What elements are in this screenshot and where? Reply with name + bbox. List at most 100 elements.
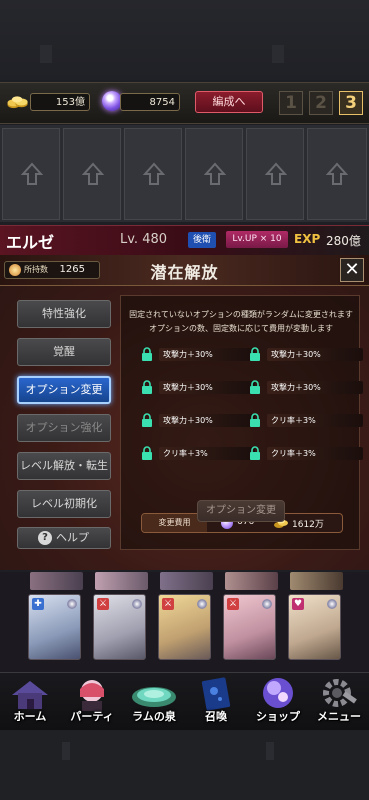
character-card[interactable]: ♥: [288, 594, 341, 660]
gear-icon: [323, 679, 357, 707]
empty-team-slot[interactable]: [124, 128, 182, 220]
lock-icon: [250, 380, 260, 394]
team-slot-1-button[interactable]: 1: [279, 91, 303, 115]
sparkle-icon: [197, 599, 207, 609]
character-card-partial[interactable]: [30, 572, 83, 590]
menu-option-enhance[interactable]: オプション強化: [17, 414, 111, 442]
potential-release-panel: 所持数 1265 潜在解放 ✕ 特性強化 覚醒 オプション変更 オプション強化 …: [0, 255, 369, 570]
lock-icon: [250, 413, 260, 427]
close-button[interactable]: ✕: [340, 258, 364, 282]
attack-icon: ⚔: [97, 598, 109, 610]
lock-icon: [142, 380, 152, 394]
nav-label: 召喚: [205, 710, 227, 723]
empty-team-slot[interactable]: [2, 128, 60, 220]
team-reorganize-button[interactable]: 編成へ: [195, 91, 263, 113]
attack-icon: ⚔: [162, 598, 174, 610]
exp-value: 280億: [326, 234, 361, 248]
nav-label: ホーム: [13, 710, 47, 723]
character-card[interactable]: ✚: [28, 594, 81, 660]
arrow-up-icon: [21, 162, 43, 185]
character-card[interactable]: ⚔: [158, 594, 211, 660]
nav-label: ラムの泉: [132, 710, 176, 723]
team-slot-row: [0, 125, 369, 222]
heart-icon: ♥: [292, 598, 304, 610]
arrow-up-icon: [204, 162, 226, 185]
arrow-up-icon: [265, 162, 287, 185]
menu-level-release-reincarnate[interactable]: レベル解放・転生: [17, 452, 111, 480]
nav-home[interactable]: ホーム: [0, 675, 60, 727]
top-background: [0, 0, 369, 80]
support-icon: ✚: [32, 598, 44, 610]
nav-party[interactable]: パーティ: [62, 675, 122, 727]
option-text: 攻撃力＋30%: [159, 381, 255, 394]
sparkle-icon: [67, 599, 77, 609]
option-text: クリ率＋3%: [267, 447, 363, 460]
home-icon: [12, 681, 48, 709]
help-button[interactable]: ? ヘルプ: [17, 527, 111, 549]
help-label: ヘルプ: [56, 531, 89, 544]
question-icon: ?: [38, 531, 52, 545]
team-slot-2-button[interactable]: 2: [309, 91, 333, 115]
arrow-up-icon: [326, 162, 348, 185]
team-slot-3-button[interactable]: 3: [339, 91, 363, 115]
gold-coins-icon: [7, 96, 28, 109]
panel-header: 所持数 1265 潜在解放 ✕: [0, 255, 369, 286]
sparkle-icon: [327, 599, 337, 609]
nav-menu[interactable]: メニュー: [309, 675, 369, 727]
exp-label: EXP: [294, 232, 321, 246]
empty-team-slot[interactable]: [185, 128, 243, 220]
sparkle-icon: [262, 599, 272, 609]
character-card[interactable]: ⚔: [93, 594, 146, 660]
nav-ram-fountain[interactable]: ラムの泉: [124, 675, 184, 727]
empty-team-slot[interactable]: [63, 128, 121, 220]
option-text: 攻撃力＋30%: [267, 381, 363, 394]
nav-shop[interactable]: ショップ: [248, 675, 308, 727]
party-strip: ✚ ⚔ ⚔ ⚔ ♥: [0, 572, 369, 672]
shop-gem-icon: [263, 678, 293, 708]
character-card-partial[interactable]: [290, 572, 343, 590]
character-level: Lv. 480: [120, 232, 168, 247]
cost-gold: 1612万: [292, 520, 324, 530]
summon-card-icon: [201, 677, 231, 711]
nav-label: パーティ: [70, 710, 114, 723]
bottom-background: [0, 730, 369, 800]
description-line-2: オプションの数、固定数に応じて費用が変動します: [149, 324, 333, 333]
option-text: 攻撃力＋30%: [267, 348, 363, 361]
option-change-button[interactable]: オプション変更: [197, 500, 285, 522]
lock-icon: [142, 446, 152, 460]
sparkle-icon: [132, 599, 142, 609]
menu-level-reset[interactable]: レベル初期化: [17, 490, 111, 518]
fountain-icon: [132, 687, 176, 707]
divider: [266, 742, 274, 760]
divider: [62, 742, 70, 760]
arrow-up-icon: [82, 162, 104, 185]
divider: [272, 45, 284, 63]
level-up-button[interactable]: Lv.UP × 10: [226, 231, 288, 248]
lock-icon: [142, 347, 152, 361]
bottom-navigation: ホーム パーティ ラムの泉 召喚 ショップ メニュー: [0, 672, 369, 731]
party-icon: [80, 680, 104, 711]
gem-amount: 8754: [120, 93, 180, 111]
menu-awaken[interactable]: 覚醒: [17, 338, 111, 366]
option-text: クリ率＋3%: [267, 414, 363, 427]
menu-option-change[interactable]: オプション変更: [17, 376, 111, 404]
character-card-partial[interactable]: [225, 572, 278, 590]
character-info-bar: エルゼ Lv. 480 後衛 Lv.UP × 10 EXP 280億: [0, 225, 369, 256]
position-badge: 後衛: [188, 232, 216, 248]
empty-team-slot[interactable]: [246, 128, 304, 220]
option-text: 攻撃力＋30%: [159, 348, 255, 361]
empty-team-slot[interactable]: [307, 128, 367, 220]
nav-summon[interactable]: 召喚: [186, 675, 246, 727]
attack-icon: ⚔: [227, 598, 239, 610]
lock-icon: [142, 413, 152, 427]
character-card-partial[interactable]: [95, 572, 148, 590]
lock-icon: [250, 347, 260, 361]
arrow-up-icon: [143, 162, 165, 185]
divider: [40, 45, 52, 63]
character-card-partial[interactable]: [160, 572, 213, 590]
lock-icon: [250, 446, 260, 460]
menu-trait-enhance[interactable]: 特性強化: [17, 300, 111, 328]
option-text: 攻撃力＋30%: [159, 414, 255, 427]
description-line-1: 固定されていないオプションの種類がランダムに変更されます: [129, 310, 353, 319]
character-card[interactable]: ⚔: [223, 594, 276, 660]
